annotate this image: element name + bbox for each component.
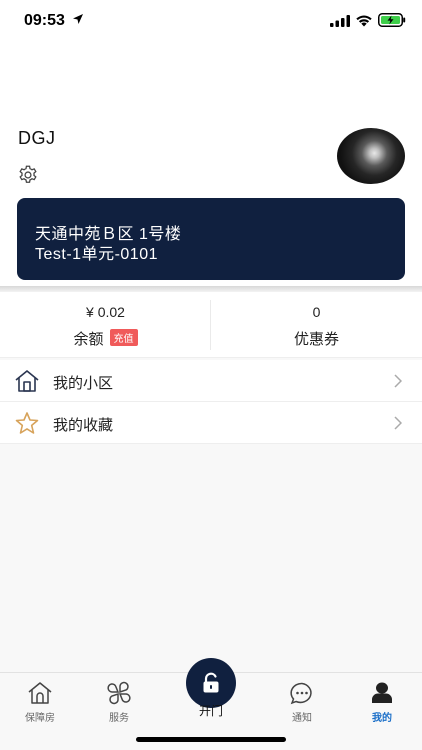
- account-stats: ¥ 0.02 余额 充值 0 优惠券: [0, 292, 422, 358]
- tab-public-housing[interactable]: 保障房: [10, 681, 70, 725]
- tab-label: 服务: [109, 713, 129, 724]
- menu-label: 我的小区: [53, 375, 114, 392]
- battery-charging-icon: [378, 13, 406, 27]
- tab-services[interactable]: 服务: [89, 681, 149, 725]
- coupons-value: 0: [312, 304, 321, 320]
- coupons-stat[interactable]: 0 优惠券: [211, 292, 422, 358]
- tab-notifications[interactable]: 通知: [272, 681, 332, 725]
- address-card[interactable]: 天通中苑Ｂ区 1号楼 Test-1单元-0101: [17, 198, 405, 280]
- menu-item-my-favorites[interactable]: 我的收藏: [0, 402, 422, 444]
- unit-room: Test-1单元-0101: [35, 246, 158, 263]
- coupons-label: 优惠券: [293, 331, 339, 348]
- menu-item-my-community[interactable]: 我的小区: [0, 360, 422, 402]
- gear-icon[interactable]: [17, 164, 39, 186]
- open-door-button[interactable]: [186, 658, 236, 708]
- menu-list: 我的小区 我的收藏: [0, 360, 422, 444]
- home-indicator: [136, 737, 286, 742]
- house-tab-icon: [28, 682, 52, 704]
- recharge-badge[interactable]: 充值: [109, 329, 138, 346]
- chat-bubble-icon: [290, 682, 312, 705]
- chevron-right-icon: [394, 416, 402, 430]
- balance-stat[interactable]: ¥ 0.02 余额 充值: [0, 292, 211, 358]
- cellular-signal-icon: [330, 15, 350, 27]
- username: DGJ: [18, 128, 56, 148]
- open-door-label: 开门: [198, 704, 223, 718]
- wifi-icon: [356, 15, 372, 27]
- unlock-icon: [203, 672, 219, 693]
- tab-label: 保障房: [25, 713, 55, 724]
- user-icon: [372, 682, 392, 703]
- clover-grid-icon: [107, 681, 131, 705]
- balance-label: 余额: [73, 331, 104, 348]
- status-time: 09:53: [24, 12, 65, 29]
- status-bar: 09:53: [0, 0, 422, 40]
- tab-mine[interactable]: 我的: [352, 681, 412, 725]
- tab-label: 我的: [372, 713, 392, 724]
- avatar[interactable]: [337, 128, 405, 184]
- tab-label: 通知: [292, 713, 312, 724]
- star-icon: [15, 412, 39, 434]
- menu-label: 我的收藏: [53, 417, 114, 434]
- chevron-right-icon: [394, 374, 402, 388]
- location-arrow-icon: [73, 14, 83, 24]
- house-icon: [15, 370, 39, 392]
- balance-value: ¥ 0.02: [86, 304, 125, 320]
